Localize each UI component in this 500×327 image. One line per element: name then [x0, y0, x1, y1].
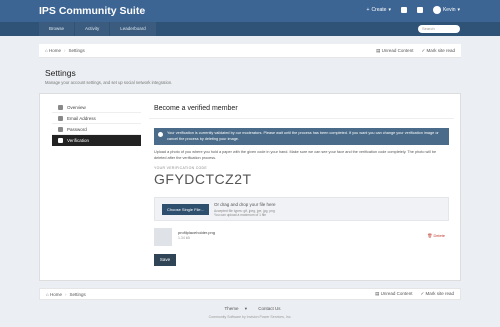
sidebar-item-email[interactable]: Email Address: [52, 113, 141, 124]
breadcrumb-current: Settings: [69, 291, 86, 297]
bell-icon: [400, 7, 407, 13]
delete-button[interactable]: 🗑 Delete: [427, 233, 445, 238]
breadcrumb-separator: ›: [64, 291, 67, 297]
envelope-icon: [416, 7, 423, 13]
code-label: YOUR VERIFICATION CODE: [154, 166, 208, 170]
plus-icon: +: [366, 7, 370, 13]
tab-leaderboard[interactable]: Leaderboard: [110, 22, 156, 36]
upload-area[interactable]: Choose Single File... Or drag and drop y…: [154, 197, 449, 221]
sidebar-item-password[interactable]: Password: [52, 124, 141, 135]
sidebar-item-label: Verification: [67, 137, 90, 143]
section-title: Become a verified member: [149, 102, 454, 119]
unread-label: Unread Content: [380, 291, 413, 296]
breadcrumb-home[interactable]: Home: [49, 48, 61, 53]
sidebar-item-label: Overview: [67, 104, 86, 110]
notifications-button[interactable]: [400, 7, 407, 13]
mark-read-label: Mark site read: [426, 47, 455, 53]
check-icon: [58, 137, 63, 143]
messages-button[interactable]: [416, 7, 423, 13]
mark-read-label: Mark site read: [425, 291, 454, 296]
settings-sidebar: Overview Email Address Password Verifica…: [52, 102, 141, 146]
sidebar-item-verification[interactable]: Verification: [52, 135, 141, 146]
chevron-down-icon: ▾: [388, 7, 391, 13]
copyright: Community Software by Invision Power Ser…: [208, 315, 292, 319]
envelope-icon: [58, 115, 63, 121]
footer-links: Theme ▾ Contact Us: [0, 306, 500, 312]
contact-link[interactable]: Contact Us: [258, 306, 280, 311]
breadcrumb-home[interactable]: Home: [50, 292, 62, 297]
create-label: Create: [371, 7, 387, 13]
settings-panel: Overview Email Address Password Verifica…: [39, 93, 461, 281]
site-title[interactable]: IPS Community Suite: [39, 5, 145, 17]
file-name: profilplaceholder.png: [178, 230, 215, 235]
delete-label: Delete: [433, 233, 445, 238]
avatar: [432, 6, 441, 14]
main-nav: Browse Activity Leaderboard Search: [0, 22, 500, 36]
theme-label: Theme: [224, 306, 239, 311]
file-thumbnail: [154, 228, 172, 246]
tab-browse[interactable]: Browse: [39, 22, 75, 36]
theme-link[interactable]: Theme ▾: [219, 306, 247, 311]
upload-hints: Accepted file types: gif, jpeg, jpe, jpg…: [214, 209, 275, 217]
sidebar-item-label: Password: [67, 126, 87, 132]
user-name: Kevin: [442, 7, 456, 13]
page-subtitle: Manage your account settings, and set up…: [45, 80, 173, 85]
user-menu[interactable]: Kevin ▾: [432, 6, 460, 14]
mark-read-link[interactable]: ✓ Mark site read: [420, 291, 454, 297]
unread-label: Unread Content: [381, 47, 414, 53]
tab-activity[interactable]: Activity: [75, 22, 110, 36]
main-container: ⌂ Home › Settings ▤ Unread Content ✓ Mar…: [39, 44, 461, 281]
sidebar-item-label: Email Address: [67, 115, 96, 121]
verification-code: GFYDCTCZ2T: [154, 171, 252, 187]
key-icon: [58, 126, 63, 132]
home-icon: [58, 104, 63, 110]
page-title: Settings: [45, 68, 76, 78]
create-menu[interactable]: + Create ▾: [367, 7, 391, 13]
unread-content-link[interactable]: ▤ Unread Content: [375, 291, 412, 297]
max-files: You can upload a maximum of 1 file: [214, 213, 267, 217]
top-header: IPS Community Suite + Create ▾ Kevin ▾: [0, 0, 500, 22]
info-icon: [158, 132, 163, 137]
sidebar-item-overview[interactable]: Overview: [52, 102, 141, 113]
save-button[interactable]: Save: [154, 254, 176, 266]
user-nav: + Create ▾ Kevin ▾: [367, 6, 460, 14]
mark-read-link[interactable]: ✓ Mark site read: [421, 48, 455, 54]
verification-content: Become a verified member Your verificati…: [149, 102, 454, 266]
verification-notice: Your verification is currently validated…: [154, 128, 449, 145]
chevron-down-icon: ▾: [457, 7, 460, 13]
search-input[interactable]: Search: [418, 25, 460, 33]
file-size: 1.34 kB: [178, 236, 190, 240]
choose-file-button[interactable]: Choose Single File...: [162, 204, 209, 215]
drop-label: Or drag and drop your file here: [214, 202, 276, 207]
breadcrumb-separator: ›: [63, 48, 66, 53]
verification-description: Upload a photo of you where you hold a p…: [154, 150, 437, 160]
unread-content-link[interactable]: ▤ Unread Content: [376, 48, 413, 54]
uploaded-file: profilplaceholder.png 1.34 kB 🗑 Delete: [154, 226, 449, 246]
notice-text: Your verification is currently validated…: [167, 131, 439, 141]
breadcrumb: ⌂ Home › Settings ▤ Unread Content ✓ Mar…: [39, 44, 461, 58]
breadcrumb-current: Settings: [68, 48, 85, 53]
breadcrumb-bottom: ⌂ Home › Settings ▤ Unread Content ✓ Mar…: [39, 288, 461, 300]
